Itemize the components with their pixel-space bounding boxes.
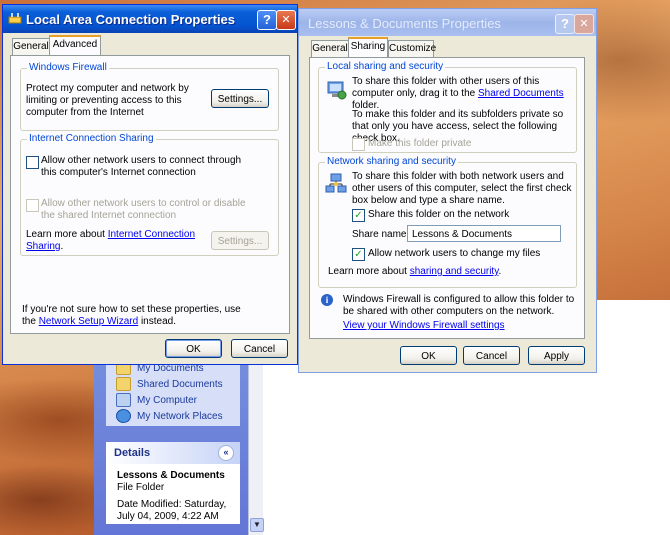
share-name-input[interactable]: Lessons & Documents xyxy=(407,225,561,242)
details-body: Lessons & Documents File Folder Date Mod… xyxy=(117,470,241,523)
apply-button[interactable]: Apply xyxy=(528,346,585,365)
allow-change-checkbox[interactable]: ✓ xyxy=(352,248,365,261)
other-places-panel: My Documents Shared Documents My Compute… xyxy=(106,358,240,426)
network-places-icon xyxy=(116,409,131,423)
allow-control-label: Allow other network users to control or … xyxy=(41,198,246,221)
lessons-title: Lessons & Documents Properties xyxy=(308,16,501,31)
make-private-label: Make this folder private xyxy=(368,138,472,149)
local-sharing-group: Local sharing and security To share this… xyxy=(318,61,577,153)
place-my-computer[interactable]: My Computer xyxy=(116,392,197,408)
local-sharing-users-icon xyxy=(325,78,347,100)
details-title: Details xyxy=(114,447,151,459)
details-panel: Details « Lessons & Documents File Folde… xyxy=(106,442,240,524)
place-label: My Network Places xyxy=(137,410,223,422)
network-setup-wizard-link[interactable]: Network Setup Wizard xyxy=(39,316,138,327)
make-private-checkbox[interactable] xyxy=(352,138,365,151)
lan-titlebar[interactable]: Local Area Connection Properties ? ✕ xyxy=(3,5,297,33)
help-button[interactable]: ? xyxy=(555,14,575,34)
firewall-settings-button[interactable]: Settings... xyxy=(211,89,269,108)
place-label: Shared Documents xyxy=(137,378,223,390)
local-sharing-legend: Local sharing and security xyxy=(325,61,446,72)
place-my-network-places[interactable]: My Network Places xyxy=(116,408,223,424)
lessons-properties-dialog: Lessons & Documents Properties ? ✕ Gener… xyxy=(298,8,597,373)
allow-change-label: Allow network users to change my files xyxy=(368,248,541,259)
firewall-info-text: Windows Firewall is configured to allow … xyxy=(343,294,575,317)
shared-documents-link[interactable]: Shared Documents xyxy=(478,88,564,99)
details-date-modified: Date Modified: Saturday, July 04, 2009, … xyxy=(117,499,227,522)
details-name: Lessons & Documents xyxy=(117,470,225,481)
lan-connection-icon xyxy=(8,12,22,24)
local-sharing-text1: To share this folder with other users of… xyxy=(352,76,564,111)
allow-connect-label: Allow other network users to connect thr… xyxy=(41,155,242,178)
share-on-network-checkbox[interactable]: ✓ xyxy=(352,209,365,222)
advanced-tab-panel: Windows Firewall Protect my computer and… xyxy=(10,55,290,334)
tab-general[interactable]: General xyxy=(12,38,50,56)
firewall-description: Protect my computer and network by limit… xyxy=(26,83,189,118)
learn-more-ics: Learn more about Internet Connection Sha… xyxy=(26,229,195,252)
windows-firewall-legend: Windows Firewall xyxy=(27,62,109,73)
details-type: File Folder xyxy=(117,482,165,493)
help-button[interactable]: ? xyxy=(257,10,277,30)
lan-properties-dialog: Local Area Connection Properties ? ✕ Gen… xyxy=(2,4,298,365)
close-button[interactable]: ✕ xyxy=(574,14,594,34)
sharing-security-link[interactable]: sharing and security xyxy=(410,266,499,277)
windows-firewall-group: Windows Firewall Protect my computer and… xyxy=(20,62,279,131)
info-icon: i xyxy=(321,294,333,306)
network-sharing-text: To share this folder with both network u… xyxy=(352,171,572,206)
ok-button[interactable]: OK xyxy=(165,339,222,358)
place-label: My Computer xyxy=(137,394,198,406)
sharing-tab-panel: Local sharing and security To share this… xyxy=(309,57,585,339)
close-button[interactable]: ✕ xyxy=(276,10,296,30)
cancel-button[interactable]: Cancel xyxy=(463,346,520,365)
share-on-network-label: Share this folder on the network xyxy=(368,209,510,220)
scroll-down-icon[interactable]: ▼ xyxy=(250,518,264,532)
folder-shared-icon xyxy=(116,377,131,391)
allow-connect-checkbox[interactable] xyxy=(26,156,39,169)
ics-legend: Internet Connection Sharing xyxy=(27,133,156,144)
cancel-button[interactable]: Cancel xyxy=(231,339,288,358)
network-sharing-legend: Network sharing and security xyxy=(325,156,458,167)
network-sharing-icon xyxy=(325,173,347,195)
collapse-chevron-icon[interactable]: « xyxy=(218,445,234,461)
place-shared-documents[interactable]: Shared Documents xyxy=(116,376,223,392)
lan-title: Local Area Connection Properties xyxy=(26,12,236,27)
tab-customize[interactable]: Customize xyxy=(388,40,436,58)
network-sharing-group: Network sharing and security To share th… xyxy=(318,156,577,288)
computer-icon xyxy=(116,393,131,407)
firewall-settings-link[interactable]: View your Windows Firewall settings xyxy=(343,320,505,332)
lessons-titlebar[interactable]: Lessons & Documents Properties ? ✕ xyxy=(299,9,596,36)
ok-button[interactable]: OK xyxy=(400,346,457,365)
allow-control-checkbox[interactable] xyxy=(26,199,39,212)
ics-group: Internet Connection Sharing Allow other … xyxy=(20,133,279,256)
tab-sharing[interactable]: Sharing xyxy=(348,37,388,58)
details-header[interactable]: Details « xyxy=(106,442,240,464)
footer-line2: the Network Setup Wizard instead. xyxy=(22,316,176,327)
learn-more-sharing: Learn more about sharing and security. xyxy=(328,266,502,277)
tab-general[interactable]: General xyxy=(311,40,349,58)
tab-advanced[interactable]: Advanced xyxy=(49,35,101,56)
footer-line1: If you're not sure how to set these prop… xyxy=(22,304,241,315)
share-name-label: Share name: xyxy=(352,229,410,240)
ics-settings-button[interactable]: Settings... xyxy=(211,231,269,250)
